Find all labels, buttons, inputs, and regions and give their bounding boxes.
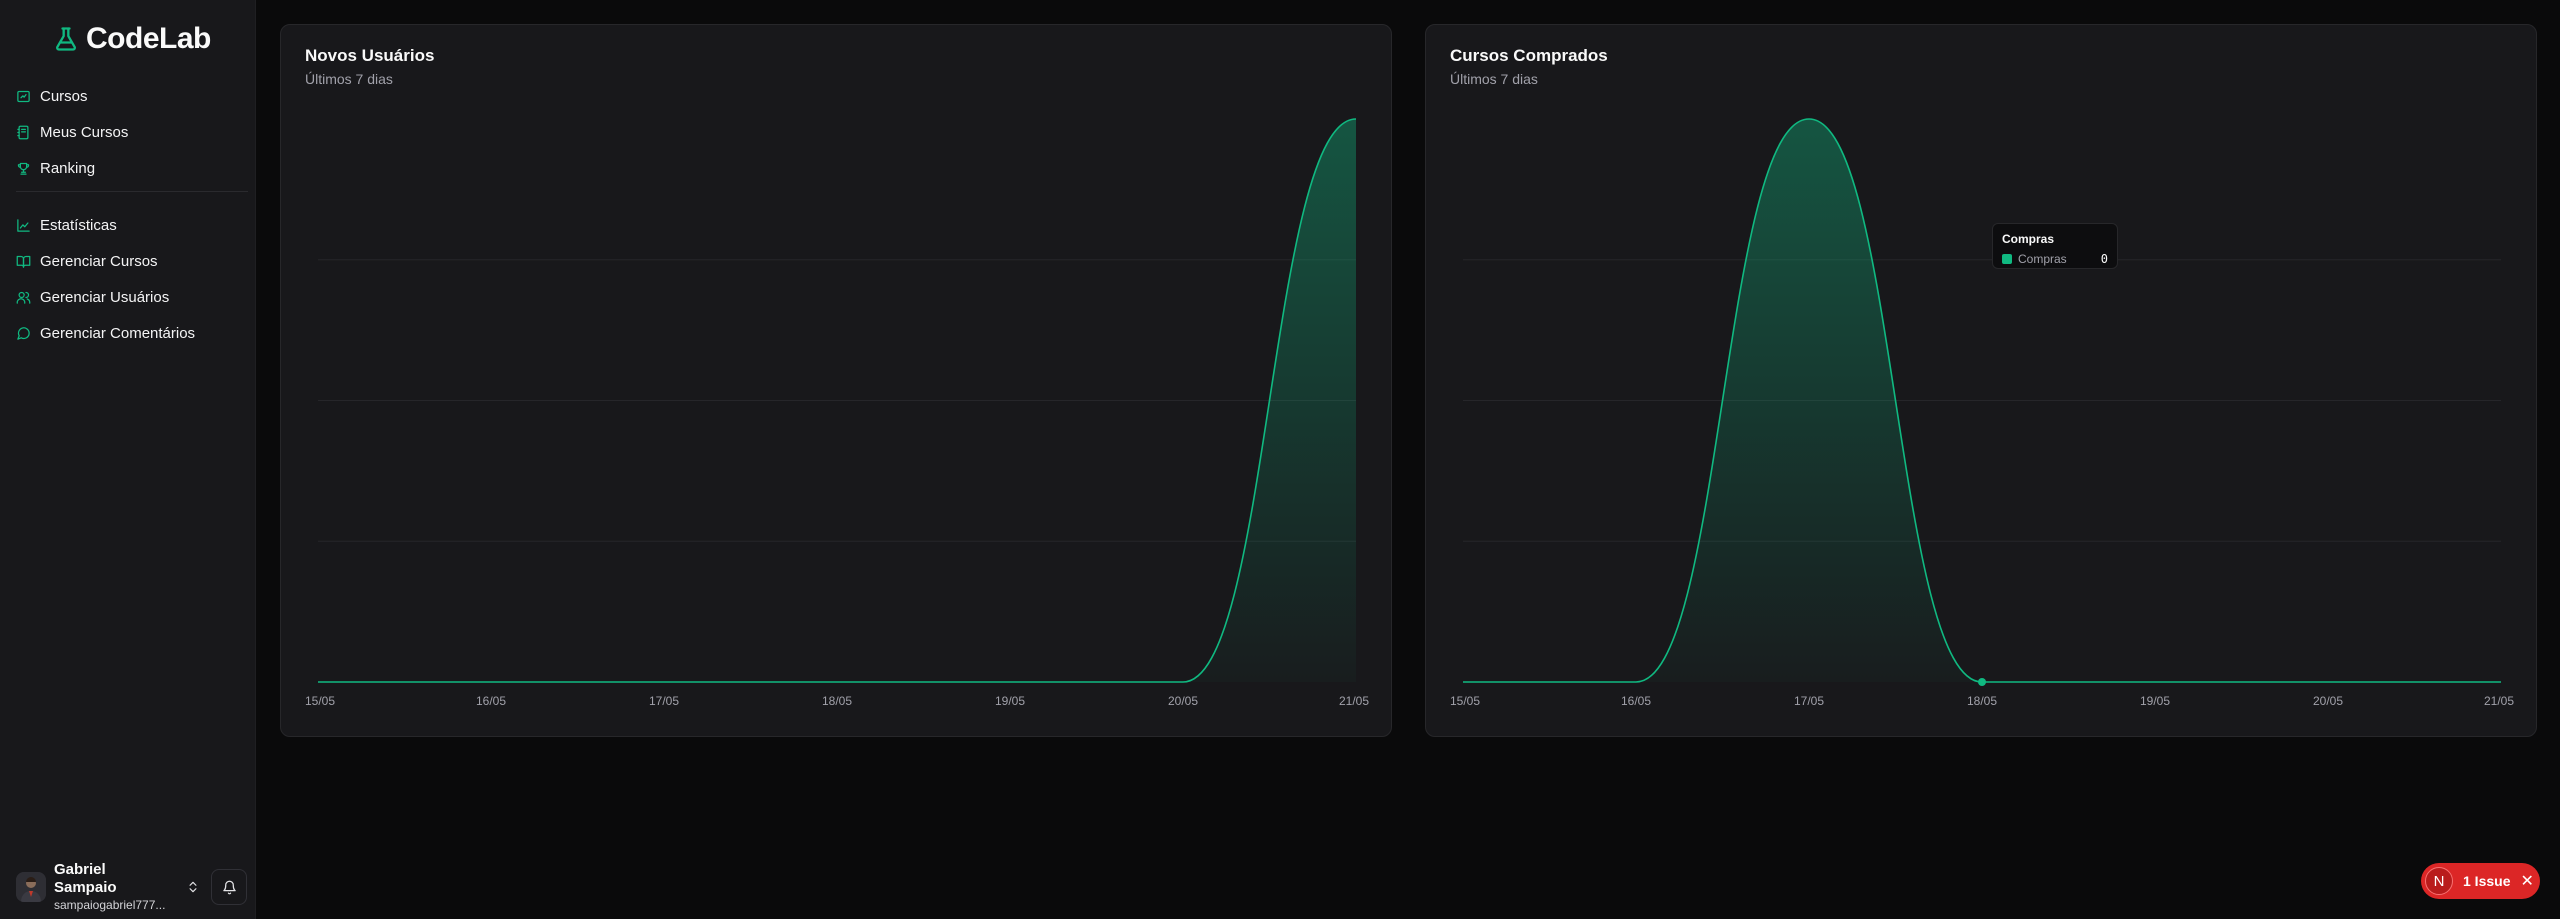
nav-item-label: Cursos	[40, 87, 88, 105]
app-name: CodeLab	[86, 22, 211, 55]
card-subtitle: Últimos 7 dias	[305, 71, 393, 87]
x-tick-label: 15/05	[1450, 694, 1480, 708]
bell-icon	[222, 880, 236, 894]
nav-item-label: Meus Cursos	[40, 123, 129, 141]
tooltip-title: Compras	[2002, 232, 2055, 246]
chart-icon	[17, 218, 30, 232]
nav-item-label: Ranking	[40, 159, 96, 177]
presentation-icon	[17, 90, 30, 102]
avatar	[16, 872, 46, 902]
nav-item-gerenciar-usuarios[interactable]: Gerenciar Usuários	[0, 279, 256, 315]
nav-item-gerenciar-comentarios[interactable]: Gerenciar Comentários	[0, 315, 256, 351]
tooltip-swatch	[2002, 254, 2012, 264]
nav-item-ranking[interactable]: Ranking	[0, 150, 256, 186]
nav-item-estatisticas[interactable]: Estatísticas	[0, 207, 256, 243]
x-tick-label: 18/05	[822, 694, 852, 708]
issue-logo: N	[2425, 867, 2453, 895]
active-point	[1978, 678, 1986, 686]
chart-tooltip: Compras Compras 0	[1992, 223, 2118, 269]
chevrons-up-down-icon	[189, 881, 197, 893]
message-circle-icon	[17, 326, 30, 340]
x-tick-label: 17/05	[1794, 694, 1824, 708]
x-tick-label: 19/05	[2140, 694, 2170, 708]
x-tick-label: 16/05	[1621, 694, 1651, 708]
tooltip-label: Compras	[2018, 252, 2067, 266]
purchased-courses-chart: 15/05 16/05 17/05 18/05 19/05 20/05 21/05	[1450, 118, 2514, 708]
nav-item-label: Gerenciar Usuários	[40, 288, 170, 306]
x-tick-label: 16/05	[476, 694, 506, 708]
x-tick-label: 21/05	[2484, 694, 2514, 708]
book-open-icon	[16, 255, 31, 268]
issue-badge[interactable]: N 1 Issue ✕	[2421, 863, 2540, 899]
x-tick-label: 20/05	[1168, 694, 1198, 708]
primary-nav: Cursos Meus Cursos Ranking	[0, 78, 256, 186]
notebook-icon	[17, 125, 29, 139]
nav-item-meus-cursos[interactable]: Meus Cursos	[0, 114, 256, 150]
x-tick-label: 18/05	[1967, 694, 1997, 708]
card-title: Cursos Comprados	[1450, 46, 1608, 65]
trophy-icon	[17, 162, 30, 175]
card-subtitle: Últimos 7 dias	[1450, 71, 1538, 87]
tooltip-value: 0	[2100, 252, 2108, 266]
sidebar: CodeLab Cursos Meus Cursos Ranking Estat…	[0, 0, 256, 919]
close-icon[interactable]: ✕	[2520, 871, 2533, 891]
x-tick-label: 19/05	[995, 694, 1025, 708]
nav-item-label: Estatísticas	[40, 216, 117, 234]
new-users-chart: 15/05 16/05 17/05 18/05 19/05 20/05 21/05	[305, 118, 1369, 708]
admin-nav: Estatísticas Gerenciar Cursos Gerenciar …	[0, 207, 256, 351]
app-logo[interactable]: CodeLab	[52, 20, 211, 58]
purchased-courses-card: 15/05 16/05 17/05 18/05 19/05 20/05 21/05 Curs…	[1425, 24, 2537, 737]
x-tick-label: 17/05	[649, 694, 679, 708]
nav-item-gerenciar-cursos[interactable]: Gerenciar Cursos	[0, 243, 256, 279]
user-menu[interactable]: Gabriel Sampaio sampaiogabriel777...	[16, 861, 200, 912]
issue-count: 1 Issue	[2463, 873, 2511, 889]
flask-icon	[56, 27, 76, 51]
new-users-card: 15/05 16/05 17/05 18/05 19/05 20/05 21/05 Novo…	[280, 24, 1392, 737]
users-icon	[16, 291, 31, 304]
nav-divider	[16, 191, 248, 192]
card-title: Novos Usuários	[305, 46, 435, 65]
user-name: Gabriel Sampaio	[54, 861, 117, 896]
nav-item-label: Gerenciar Cursos	[40, 252, 158, 270]
user-email: sampaiogabriel777...	[54, 898, 166, 912]
x-tick-label: 21/05	[1339, 694, 1369, 708]
x-tick-label: 15/05	[305, 694, 335, 708]
nav-item-cursos[interactable]: Cursos	[0, 78, 256, 114]
nav-item-label: Gerenciar Comentários	[40, 324, 196, 342]
notifications-button[interactable]	[211, 869, 247, 905]
x-tick-label: 20/05	[2313, 694, 2343, 708]
